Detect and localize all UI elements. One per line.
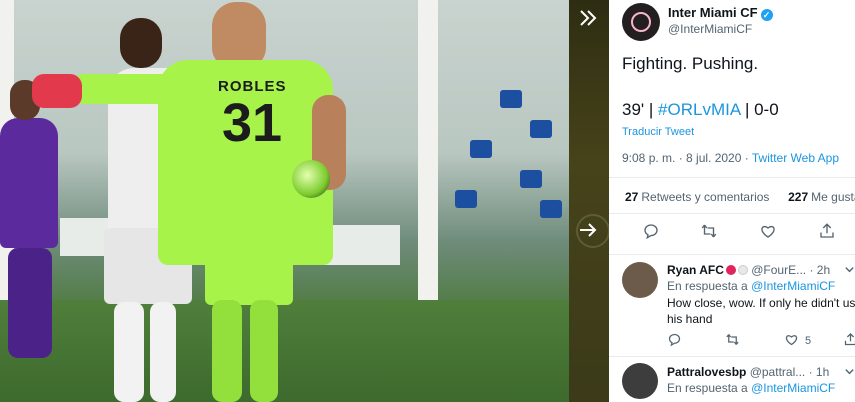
account-handle[interactable]: @InterMiamiCF (668, 22, 752, 36)
stadium-seat (500, 90, 522, 108)
tweet-meta: 9:08 p. m. · 8 jul. 2020 · Twitter Web A… (622, 151, 839, 165)
retweets-stat[interactable]: 27 Retweets y comentarios (625, 190, 769, 204)
like-icon[interactable] (784, 332, 799, 352)
share-icon[interactable] (843, 332, 855, 352)
retweet-icon[interactable] (725, 332, 740, 352)
retweet-icon[interactable] (699, 222, 719, 242)
stadium-post (418, 0, 438, 300)
reply-author-handle[interactable]: @pattral... (750, 365, 806, 379)
stadium-seat (540, 200, 562, 218)
stadium-seat (470, 140, 492, 158)
reply-icon[interactable] (667, 332, 682, 352)
translate-tweet-link[interactable]: Traducir Tweet (622, 126, 694, 138)
opponent-leg (8, 248, 52, 358)
reply-text-line2: his hand (667, 312, 713, 326)
double-chevron-right-icon[interactable] (576, 6, 600, 30)
reply-author-name[interactable]: Ryan AFC (667, 263, 724, 277)
divider (609, 177, 855, 178)
divider (609, 213, 855, 214)
reply-to-prefix: En respuesta a (667, 381, 752, 395)
red-circle-emoji (725, 265, 736, 275)
tweet-panel: Inter Miami CF ✓ @InterMiamiCF Fighting. … (609, 0, 855, 402)
tweet-stats: 27Retweets y comentarios 227Me gusta (625, 190, 855, 204)
share-icon[interactable] (817, 222, 837, 242)
retweets-count: 27 (625, 190, 639, 204)
stadium-seat (530, 120, 552, 138)
keeper-leg (250, 300, 278, 402)
reply-actions: 5 (609, 332, 855, 352)
reply-author-handle[interactable]: @FourE... (751, 263, 806, 277)
reply-to-handle[interactable]: @InterMiamiCF (751, 279, 835, 293)
media-side-column (569, 0, 609, 402)
tweet-text-score: | 0-0 (740, 100, 779, 119)
likes-count: 227 (788, 190, 809, 204)
keeper-shorts (205, 255, 293, 305)
inter-miami-avatar[interactable] (622, 3, 660, 41)
reply-author-name[interactable]: Pattraloves​bp (667, 365, 746, 379)
account-name-text[interactable]: Inter Miami CF (668, 5, 758, 20)
reply-header: Pattraloves​bp @pattral... · 1h (667, 365, 829, 379)
reply-header: Ryan AFC @FourE... · 2h (667, 263, 830, 277)
opponent-player (0, 118, 58, 248)
retweets-label: Retweets y comentarios (641, 190, 770, 204)
keeper-head (212, 2, 266, 68)
reply-to-line: En respuesta a @InterMiamiCF (667, 279, 835, 293)
divider (609, 356, 855, 357)
reply-time[interactable]: · 1h (809, 365, 830, 379)
tweet-actions (609, 222, 855, 248)
tweet-timestamp[interactable]: 9:08 p. m. · 8 jul. 2020 · (622, 151, 752, 165)
chevron-down-icon[interactable] (844, 366, 855, 380)
likes-label: Me gusta (811, 190, 855, 204)
likes-stat[interactable]: 227Me gusta (788, 190, 855, 204)
like-icon[interactable] (758, 222, 778, 242)
reply-text-line1: How close, wow. If only he didn't use (667, 296, 855, 310)
teammate-leg (114, 302, 144, 402)
reply-to-prefix: En respuesta a (667, 279, 752, 293)
white-circle-emoji (737, 265, 748, 275)
stadium-seat (455, 190, 477, 208)
tweet-text-line2: 39' | #ORLvMIA | 0-0 (622, 100, 779, 120)
stadium-seat (520, 170, 542, 188)
teammate-leg (150, 302, 176, 402)
reply-to-line: En respuesta a @InterMiamiCF (667, 381, 835, 395)
reply-avatar[interactable] (622, 363, 658, 399)
verified-badge-icon: ✓ (760, 9, 773, 21)
reply-like-count: 5 (805, 335, 812, 347)
reply-to-handle[interactable]: @InterMiamiCF (751, 381, 835, 395)
tweet-photo[interactable]: 3 ROBLES 31 (0, 0, 569, 402)
chevron-down-icon[interactable] (844, 264, 855, 278)
reply-avatar[interactable] (622, 262, 658, 298)
arrow-right-icon[interactable] (576, 218, 600, 242)
soccer-ball (292, 160, 330, 198)
teammate-head (120, 18, 162, 68)
tweet-text-line1: Fighting. Pushing. (622, 54, 759, 73)
tweet-text-score-prefix: 39' | (622, 100, 659, 119)
divider (609, 254, 855, 255)
keeper-glove (32, 74, 82, 108)
account-name[interactable]: Inter Miami CF ✓ (668, 5, 773, 21)
keeper-shirt-number: 31 (222, 93, 283, 153)
reply-icon[interactable] (641, 222, 661, 242)
tweet-source-link[interactable]: Twitter Web App (752, 151, 839, 165)
hashtag-link[interactable]: #ORLvMIA (658, 100, 740, 119)
inter-miami-logo-icon (631, 12, 651, 32)
pitch-grass (0, 300, 569, 402)
reply-time[interactable]: · 2h (809, 263, 830, 277)
keeper-leg (212, 300, 242, 402)
